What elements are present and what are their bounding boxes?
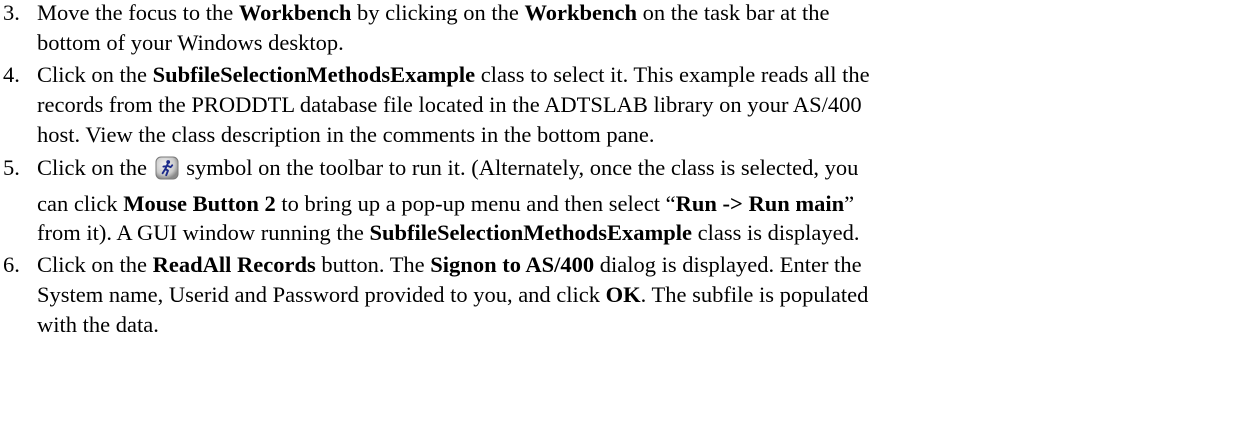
step-line: Click on the SubfileSelectionMethodsExam… — [37, 62, 870, 88]
text-run: System name, Userid and Password provide… — [37, 282, 606, 307]
bold-term: OK — [605, 282, 641, 307]
bold-term: SubfileSelectionMethodsExample — [369, 220, 692, 245]
bold-term: Run -> Run main — [675, 191, 845, 216]
step-number: 5. — [3, 155, 20, 180]
text-run: by clicking on the — [351, 0, 525, 25]
text-run: Move the focus to the — [37, 0, 239, 25]
text-run: Click on the — [37, 252, 153, 277]
step-line: Click on the symbol on the toolbar to ru… — [37, 155, 858, 182]
bold-term: Signon to AS/400 — [430, 252, 595, 277]
text-run: on the task bar at the — [637, 0, 830, 25]
text-run: button. The — [315, 252, 431, 277]
step-line: Click on the ReadAll Records button. The… — [37, 252, 862, 278]
step-line: can click Mouse Button 2 to bring up a p… — [37, 191, 854, 217]
step-line: Move the focus to the Workbench by click… — [37, 0, 829, 26]
step-line: records from the PRODDTL database file l… — [37, 92, 862, 118]
text-run: host. View the class description in the … — [37, 122, 655, 147]
text-run: ” — [844, 191, 855, 216]
step-line: host. View the class description in the … — [37, 122, 655, 148]
text-run: class is displayed. — [691, 220, 860, 245]
text-run: records from the PRODDTL database file l… — [37, 92, 862, 117]
text-run: can click — [37, 191, 124, 216]
bold-term: Mouse Button 2 — [123, 191, 276, 216]
text-run: . The subfile is populated — [640, 282, 869, 307]
step-line: with the data. — [37, 312, 159, 338]
bold-term: Workbench — [524, 0, 637, 25]
bold-term: Workbench — [238, 0, 352, 25]
text-run: with the data. — [37, 312, 159, 337]
bold-term: ReadAll Records — [152, 252, 316, 277]
text-run: dialog is displayed. Enter the — [594, 252, 862, 277]
text-run: bottom of your Windows desktop. — [37, 30, 344, 55]
text-run: Click on the — [37, 155, 153, 180]
text-run: symbol on the toolbar to run it. (Altern… — [180, 155, 859, 180]
step-number: 6. — [3, 252, 20, 277]
step-line: System name, Userid and Password provide… — [37, 282, 868, 308]
step-number: 3. — [3, 0, 20, 25]
text-run: to bring up a pop-up menu and then selec… — [275, 191, 676, 216]
step-line: bottom of your Windows desktop. — [37, 30, 344, 56]
bold-term: SubfileSelectionMethodsExample — [152, 62, 476, 87]
step-line: from it). A GUI window running the Subfi… — [37, 220, 859, 246]
text-run: from it). A GUI window running the — [37, 220, 370, 245]
text-run: Click on the — [37, 62, 153, 87]
step-number: 4. — [3, 62, 20, 87]
text-run: class to select it. This example reads a… — [475, 62, 870, 87]
run-icon — [155, 156, 179, 180]
